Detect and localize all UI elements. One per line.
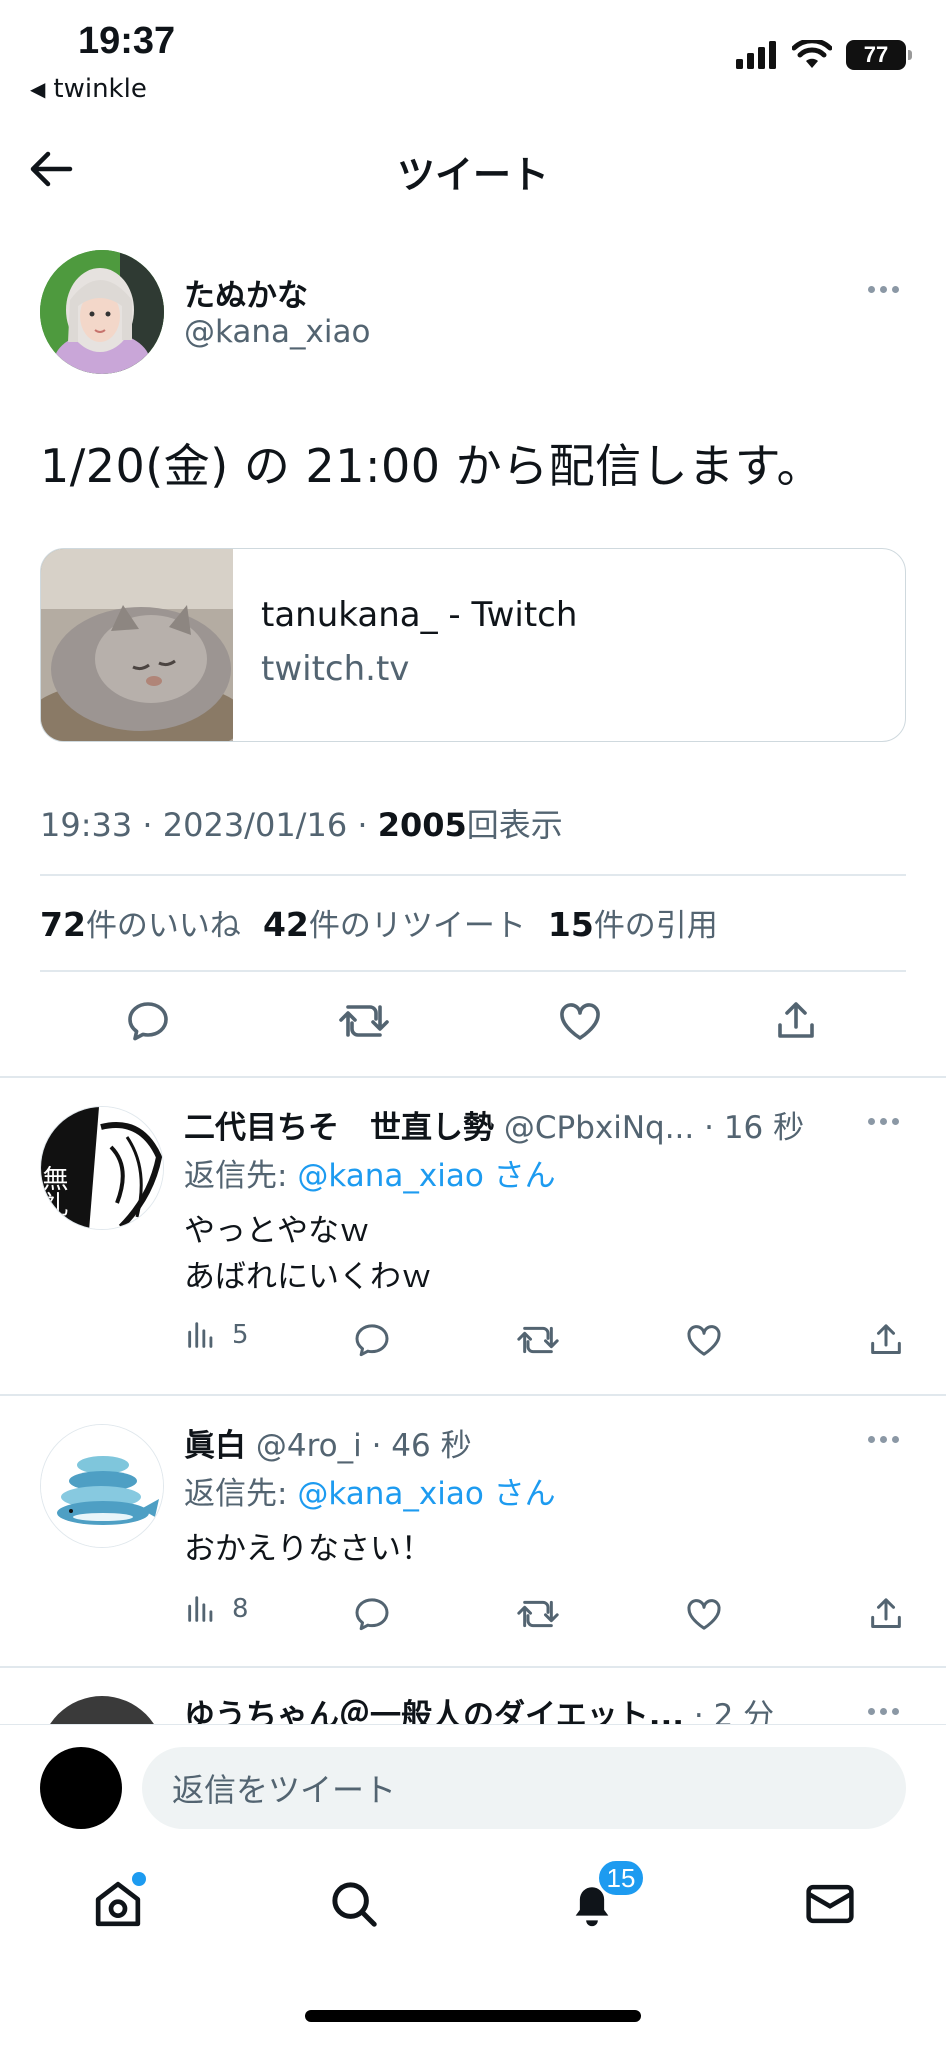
- mail-icon: [806, 1884, 854, 1924]
- notification-count-badge: 15: [596, 1858, 646, 1898]
- author-name[interactable]: たぬかな: [184, 270, 308, 315]
- reply-author-name[interactable]: ゆうちゃん＠一般人のダイエット...: [184, 1698, 684, 1724]
- tab-home[interactable]: [88, 1872, 148, 1934]
- back-triangle-icon: ◀: [30, 77, 46, 101]
- view-count: 2005: [377, 806, 467, 844]
- author-handle[interactable]: @kana_xiao: [184, 314, 370, 350]
- reply-to: 返信先: @kana_xiao さん: [184, 1158, 556, 1194]
- tab-messages[interactable]: [800, 1874, 860, 1934]
- wifi-icon: [792, 40, 832, 68]
- tweet-text: 1/20(金) の 21:00 から配信します。: [40, 439, 824, 493]
- retweets-stat[interactable]: 42件のリツイート: [263, 900, 526, 945]
- avatar-calligraphy: 無礼: [41, 1165, 68, 1217]
- more-options-icon[interactable]: [868, 1708, 899, 1715]
- reply-icon[interactable]: [346, 1314, 398, 1366]
- divider: [40, 874, 906, 876]
- nav-header: ツイート: [0, 130, 946, 210]
- status-icons: 77: [736, 40, 912, 70]
- reply-to-handle[interactable]: @kana_xiao さん: [297, 1158, 555, 1194]
- divider: [0, 1666, 946, 1668]
- retweet-icon[interactable]: [338, 995, 390, 1047]
- author-avatar[interactable]: [40, 250, 164, 374]
- tweet-author: たぬかな @kana_xiao: [40, 250, 920, 380]
- more-options-icon[interactable]: [868, 1436, 899, 1443]
- reply-author-name[interactable]: 二代目ちそ 世直し勢: [184, 1110, 494, 1146]
- reply-header: ゆうちゃん＠一般人のダイエット... · 2 分: [184, 1690, 864, 1724]
- reply-meta: @CPbxiNq... · 16 秒: [494, 1110, 805, 1146]
- reply-meta: · 2 分: [684, 1698, 775, 1724]
- reply-icon[interactable]: [122, 995, 174, 1047]
- reply-to-handle[interactable]: @kana_xiao さん: [297, 1476, 555, 1512]
- reply-header: 二代目ちそ 世直し勢 @CPbxiNq... · 16 秒: [184, 1102, 864, 1147]
- reply-compose-bar: 返信をツイート: [0, 1724, 946, 1844]
- reply-avatar[interactable]: [40, 1424, 164, 1548]
- tweet-stats: 72件のいいね 42件のリツイート 15件の引用: [40, 900, 718, 945]
- analytics-icon: [188, 1596, 213, 1622]
- tweet-meta: 19:33 · 2023/01/16 · 2005回表示: [40, 800, 563, 846]
- retweet-icon[interactable]: [512, 1588, 564, 1640]
- reply-avatar[interactable]: [40, 1696, 164, 1724]
- tab-notifications[interactable]: 15: [562, 1858, 646, 1934]
- view-count-label: 回表示: [466, 806, 563, 844]
- tab-search[interactable]: [324, 1874, 384, 1934]
- cellular-signal-icon: [736, 41, 776, 69]
- reply-actions: 5: [184, 1318, 914, 1368]
- reply-to: 返信先: @kana_xiao さん: [184, 1476, 556, 1512]
- reply-avatar[interactable]: 無礼: [40, 1106, 164, 1230]
- search-icon: [332, 1882, 377, 1927]
- tab-bar: 15: [0, 1844, 946, 1974]
- back-app-label: twinkle: [53, 74, 147, 104]
- page-title: ツイート: [396, 153, 549, 197]
- back-to-app-link[interactable]: ◀ twinkle: [30, 74, 147, 104]
- battery-icon: 77: [846, 40, 912, 70]
- share-icon[interactable]: [860, 1314, 912, 1366]
- like-icon[interactable]: [554, 995, 606, 1047]
- share-icon[interactable]: [770, 995, 822, 1047]
- reply-meta: @4ro_i · 46 秒: [246, 1428, 472, 1464]
- retweet-icon[interactable]: [512, 1314, 564, 1366]
- reply-item[interactable]: 無礼 二代目ちそ 世直し勢 @CPbxiNq... · 16 秒 返信先: @k…: [0, 1096, 946, 1396]
- analytics-icon: [188, 1322, 213, 1348]
- status-time: 19:37: [78, 20, 176, 62]
- link-card[interactable]: tanukana_ - Twitch twitch.tv: [40, 548, 906, 742]
- status-bar: 19:37 ◀ twinkle 77: [0, 0, 946, 110]
- author-avatar-image: [40, 250, 164, 374]
- like-icon[interactable]: [678, 1588, 730, 1640]
- more-options-icon[interactable]: [868, 286, 899, 293]
- divider: [0, 1394, 946, 1396]
- reply-text: やっとやなｗ あばれにいくわｗ: [184, 1213, 432, 1295]
- like-icon[interactable]: [678, 1314, 730, 1366]
- link-card-thumbnail: [41, 549, 247, 741]
- reply-input[interactable]: 返信をツイート: [142, 1747, 906, 1829]
- reply-text: おかえりなさい！: [184, 1531, 432, 1567]
- reply-item[interactable]: ゆうちゃん＠一般人のダイエット... · 2 分: [0, 1686, 946, 1724]
- link-card-title: tanukana_ - Twitch: [261, 595, 578, 635]
- quotes-stat[interactable]: 15件の引用: [548, 900, 718, 945]
- divider: [0, 1076, 946, 1078]
- tweet-actions: [0, 995, 946, 1055]
- home-indicator: [305, 2010, 641, 2022]
- share-icon[interactable]: [860, 1588, 912, 1640]
- reply-item[interactable]: 眞白 @4ro_i · 46 秒 返信先: @kana_xiao さん おかえり…: [0, 1414, 946, 1664]
- reply-icon[interactable]: [346, 1588, 398, 1640]
- reply-actions: 8: [184, 1592, 914, 1642]
- reply-header: 眞白 @4ro_i · 46 秒: [184, 1420, 864, 1465]
- reply-views[interactable]: 8: [184, 1592, 249, 1626]
- my-avatar[interactable]: [40, 1747, 122, 1829]
- likes-stat[interactable]: 72件のいいね: [40, 900, 241, 945]
- home-unread-dot: [132, 1872, 146, 1886]
- divider: [40, 970, 906, 972]
- tweet-timestamp: 19:33 · 2023/01/16 ·: [40, 806, 378, 844]
- link-card-domain: twitch.tv: [261, 649, 410, 689]
- more-options-icon[interactable]: [868, 1118, 899, 1125]
- reply-author-name[interactable]: 眞白: [184, 1428, 246, 1464]
- reply-views[interactable]: 5: [184, 1318, 249, 1352]
